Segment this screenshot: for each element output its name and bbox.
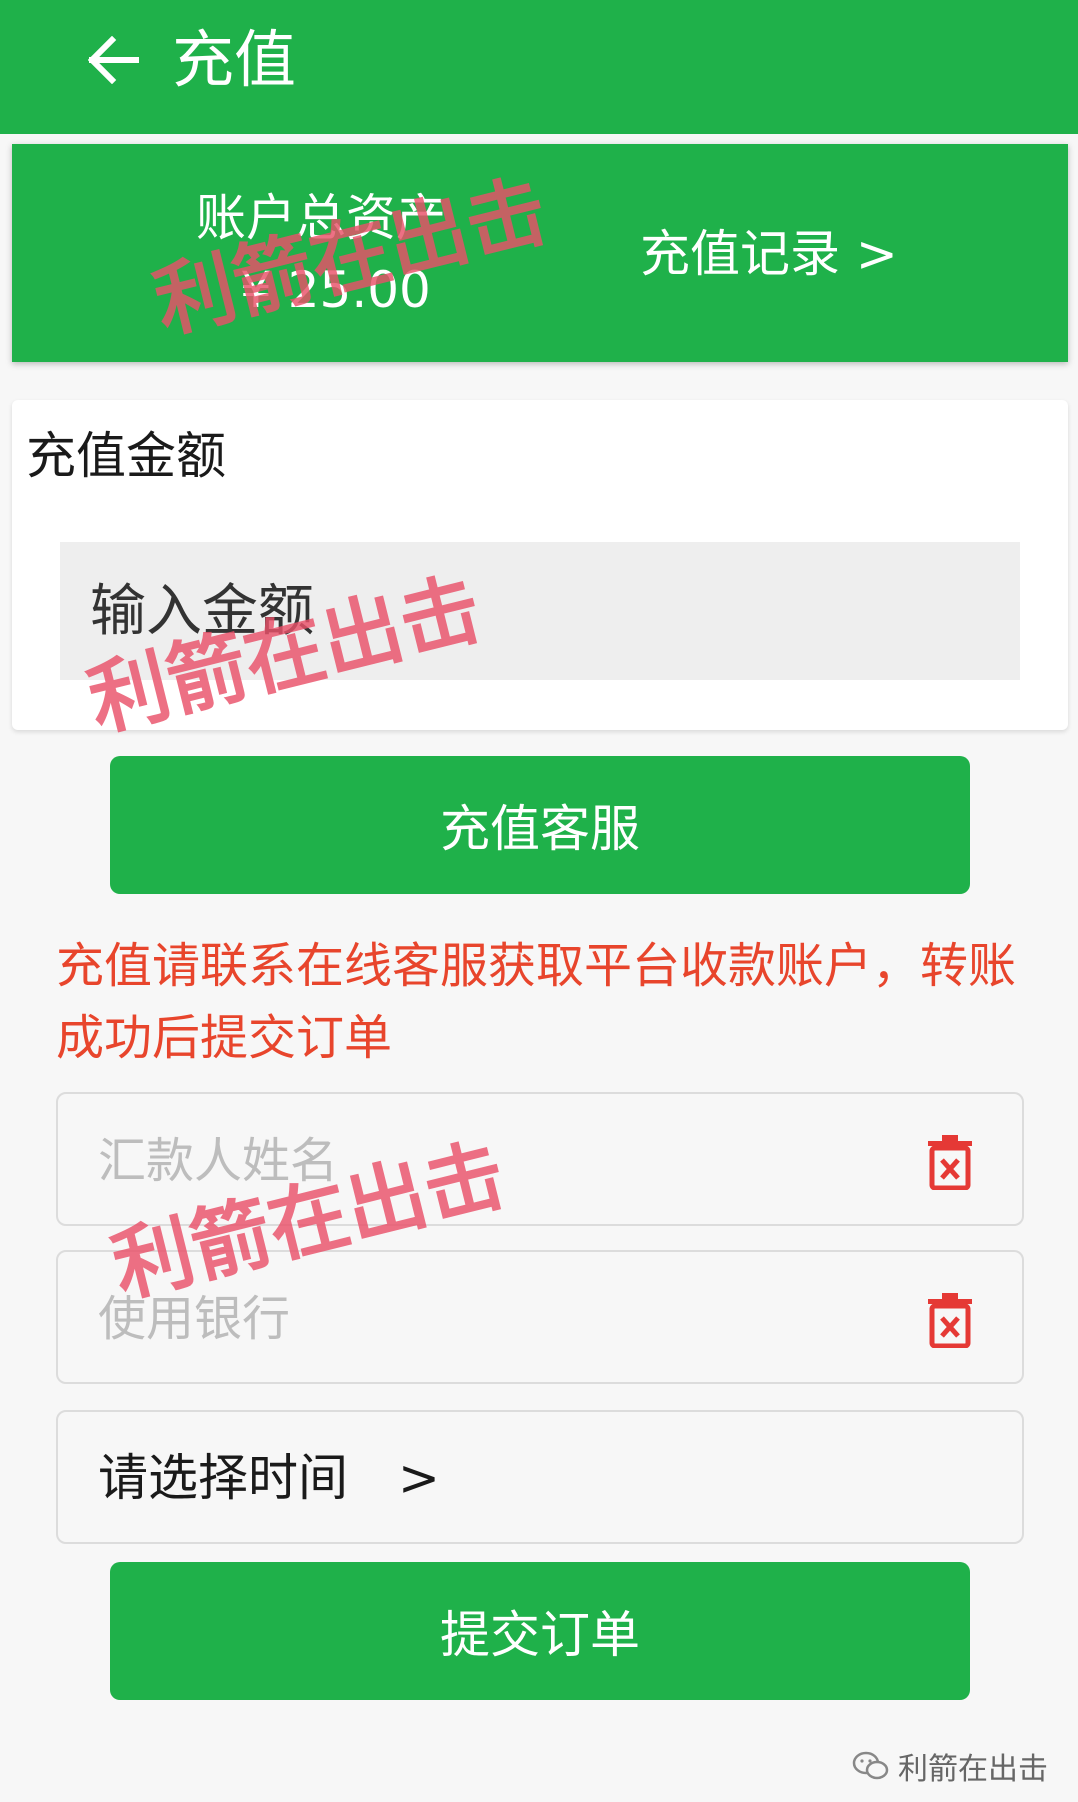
total-assets-value: ¥ 25.00 xyxy=(240,261,431,319)
trash-icon xyxy=(928,1135,972,1191)
clear-bank-button[interactable] xyxy=(926,1292,974,1349)
recharge-amount-label: 充值金额 xyxy=(26,427,226,485)
account-summary-card: 账户总资产 ¥ 25.00 充值记录 > xyxy=(12,144,1068,362)
clear-remitter-button[interactable] xyxy=(926,1134,974,1191)
footer-brand: 利箭在出击 xyxy=(852,1744,1048,1788)
time-select-field[interactable]: 请选择时间 > xyxy=(56,1410,1024,1544)
recharge-notice: 充值请联系在线客服获取平台收款账户，转账成功后提交订单 xyxy=(56,938,1017,1066)
trash-icon xyxy=(928,1293,972,1349)
recharge-records-link[interactable]: 充值记录 > xyxy=(640,224,898,284)
arrow-left-icon xyxy=(88,36,139,84)
amount-input[interactable] xyxy=(60,542,1020,680)
bank-input[interactable] xyxy=(98,1274,898,1364)
app-bar: 充值 xyxy=(0,0,1078,134)
footer-brand-label: 利箭在出击 xyxy=(898,1752,1048,1787)
remitter-name-input[interactable] xyxy=(98,1116,898,1206)
bank-field xyxy=(56,1250,1024,1384)
wechat-icon xyxy=(852,1751,889,1780)
remitter-name-field xyxy=(56,1092,1024,1226)
time-select[interactable]: 请选择时间 > xyxy=(98,1448,440,1508)
page-title: 充值 xyxy=(172,23,297,96)
customer-service-button[interactable]: 充值客服 xyxy=(110,756,970,894)
submit-order-button[interactable]: 提交订单 xyxy=(110,1562,970,1700)
recharge-amount-card: 充值金额 xyxy=(12,400,1068,730)
total-assets-label: 账户总资产 xyxy=(196,189,446,247)
back-button[interactable] xyxy=(78,24,150,96)
